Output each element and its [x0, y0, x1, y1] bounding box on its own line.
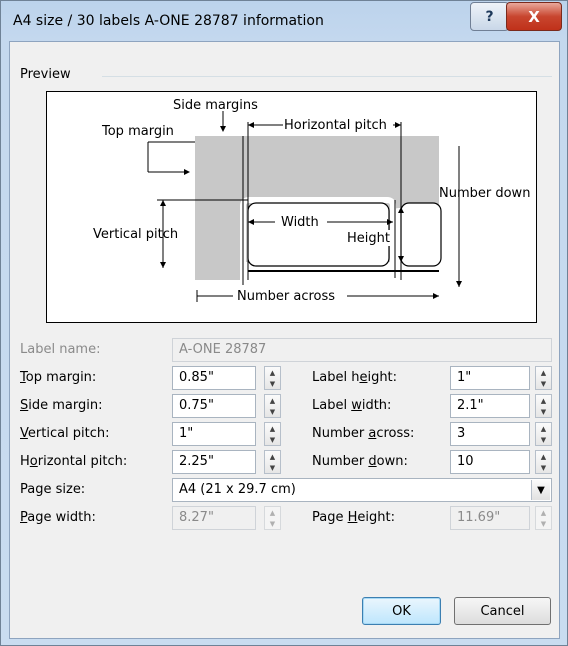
- spin-down-icon[interactable]: ▼: [541, 408, 546, 416]
- label-width-field[interactable]: 2.1": [450, 394, 530, 418]
- top-margin-label: Top margin:: [20, 370, 97, 385]
- side-margin-area: [195, 136, 243, 280]
- page-height-spinner[interactable]: ▲ ▼: [535, 506, 552, 530]
- number-down-field[interactable]: 10: [450, 450, 530, 474]
- spin-up-icon[interactable]: ▲: [270, 453, 275, 461]
- top-margin-caption: Top margin: [101, 124, 174, 139]
- spin-up-icon[interactable]: ▲: [270, 509, 275, 517]
- vertical-pitch-spinner[interactable]: ▲ ▼: [264, 422, 281, 446]
- close-icon: X: [528, 7, 540, 26]
- spin-up-icon[interactable]: ▲: [270, 397, 275, 405]
- number-across-caption: Number across: [237, 289, 335, 304]
- dialog-body: Preview Side margins Top margin Horizont…: [9, 41, 560, 639]
- page-height-label: Page Height:: [312, 510, 395, 525]
- help-icon: ?: [485, 8, 494, 25]
- dropdown-arrow-icon[interactable]: ▼: [531, 480, 550, 500]
- horizontal-pitch-spinner[interactable]: ▲ ▼: [264, 450, 281, 474]
- preview-group-label: Preview: [20, 67, 71, 82]
- label-layout-diagram: Side margins Top margin Horizontal pitch…: [93, 98, 530, 304]
- horizontal-pitch-label: Horizontal pitch:: [20, 454, 128, 469]
- group-divider: [102, 76, 552, 77]
- label-height-label: Label height:: [312, 370, 398, 385]
- spin-up-icon[interactable]: ▲: [541, 453, 546, 461]
- spin-down-icon[interactable]: ▼: [270, 408, 275, 416]
- label-width-label: Label width:: [312, 398, 392, 413]
- spin-up-icon[interactable]: ▲: [541, 369, 546, 377]
- spin-down-icon[interactable]: ▼: [541, 464, 546, 472]
- page-size-select[interactable]: A4 (21 x 29.7 cm) ▼: [172, 478, 552, 502]
- number-down-caption: Number down: [439, 186, 530, 201]
- number-across-label: Number across:: [312, 426, 415, 441]
- number-across-spinner[interactable]: ▲ ▼: [535, 422, 552, 446]
- side-margin-label: Side margin:: [20, 398, 103, 413]
- spin-up-icon[interactable]: ▲: [541, 397, 546, 405]
- preview-diagram: Side margins Top margin Horizontal pitch…: [46, 91, 537, 323]
- page-width-field[interactable]: 8.27": [172, 506, 256, 530]
- ok-button[interactable]: OK: [362, 597, 441, 625]
- spin-down-icon[interactable]: ▼: [270, 464, 275, 472]
- page-width-spinner[interactable]: ▲ ▼: [264, 506, 281, 530]
- side-margins-caption: Side margins: [173, 98, 258, 113]
- label-height-field[interactable]: 1": [450, 366, 530, 390]
- spin-up-icon[interactable]: ▲: [541, 425, 546, 433]
- label-name-field[interactable]: A-ONE 28787: [172, 338, 552, 362]
- vertical-pitch-field[interactable]: 1": [172, 422, 256, 446]
- spin-down-icon[interactable]: ▼: [541, 520, 546, 528]
- title-bar[interactable]: A4 size / 30 labels A-ONE 28787 informat…: [1, 1, 567, 41]
- number-down-spinner[interactable]: ▲ ▼: [535, 450, 552, 474]
- spin-down-icon[interactable]: ▼: [270, 520, 275, 528]
- label-width-spinner[interactable]: ▲ ▼: [535, 394, 552, 418]
- close-button[interactable]: X: [506, 2, 562, 31]
- spin-down-icon[interactable]: ▼: [541, 380, 546, 388]
- dialog-window: A4 size / 30 labels A-ONE 28787 informat…: [0, 0, 568, 646]
- horizontal-pitch-caption: Horizontal pitch: [284, 118, 387, 133]
- spin-up-icon[interactable]: ▲: [541, 509, 546, 517]
- side-margin-spinner[interactable]: ▲ ▼: [264, 394, 281, 418]
- page-size-label: Page size:: [20, 482, 86, 497]
- width-caption: Width: [281, 215, 319, 230]
- horizontal-pitch-field[interactable]: 2.25": [172, 450, 256, 474]
- label-height-spinner[interactable]: ▲ ▼: [535, 366, 552, 390]
- top-margin-field[interactable]: 0.85": [172, 366, 256, 390]
- number-across-field[interactable]: 3: [450, 422, 530, 446]
- spin-up-icon[interactable]: ▲: [270, 425, 275, 433]
- vertical-pitch-label: Vertical pitch:: [20, 426, 110, 441]
- page-height-field[interactable]: 11.69": [450, 506, 530, 530]
- help-button[interactable]: ?: [470, 2, 509, 31]
- spin-down-icon[interactable]: ▼: [541, 436, 546, 444]
- spin-down-icon[interactable]: ▼: [270, 436, 275, 444]
- window-title: A4 size / 30 labels A-ONE 28787 informat…: [13, 13, 324, 29]
- height-caption: Height: [347, 231, 390, 246]
- spin-up-icon[interactable]: ▲: [270, 369, 275, 377]
- top-margin-spinner[interactable]: ▲ ▼: [264, 366, 281, 390]
- side-margin-field[interactable]: 0.75": [172, 394, 256, 418]
- page-width-label: Page width:: [20, 510, 96, 525]
- vertical-pitch-caption: Vertical pitch: [93, 227, 178, 242]
- label-name-label: Label name:: [20, 342, 101, 357]
- page-size-value: A4 (21 x 29.7 cm): [179, 482, 296, 497]
- spin-down-icon[interactable]: ▼: [270, 380, 275, 388]
- number-down-label: Number down:: [312, 454, 408, 469]
- cancel-button[interactable]: Cancel: [454, 597, 551, 625]
